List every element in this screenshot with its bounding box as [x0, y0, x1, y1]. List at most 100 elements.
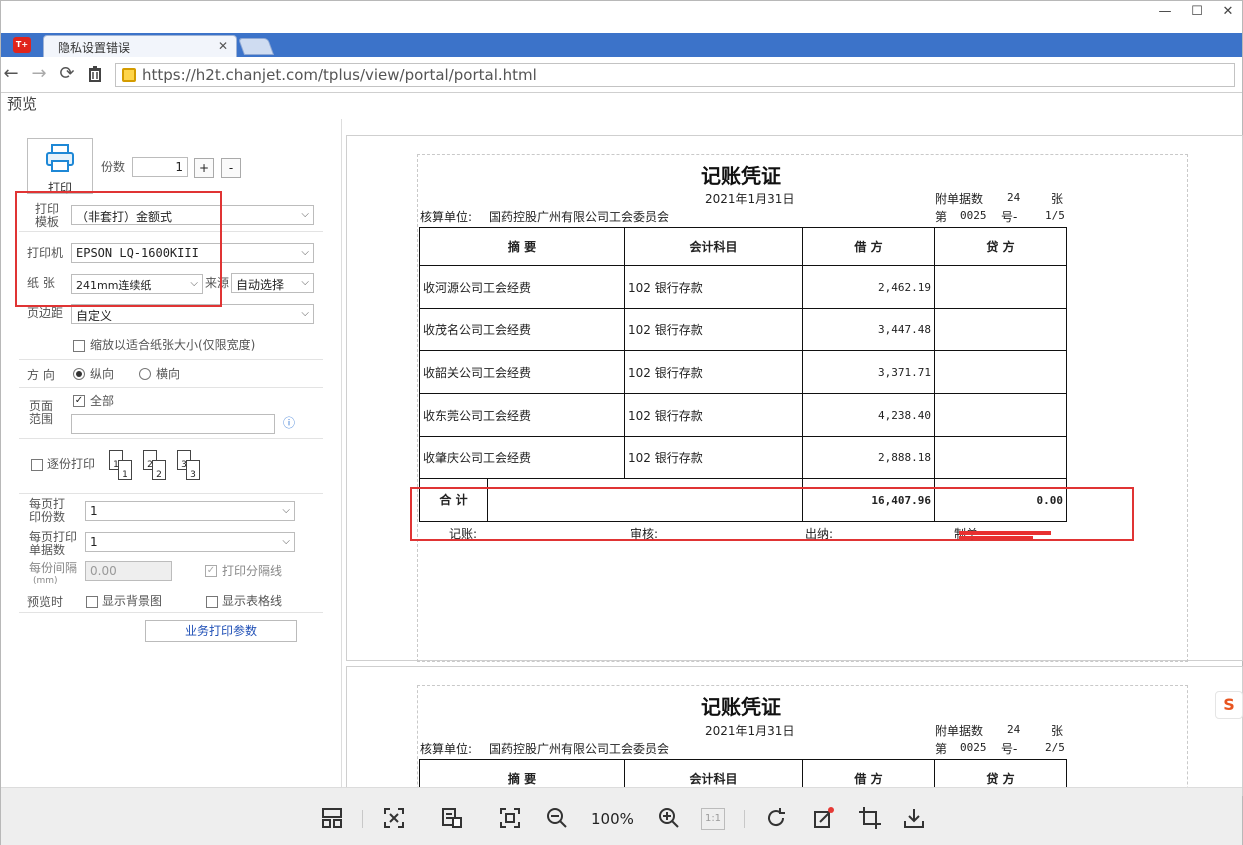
- margin-select[interactable]: 自定义 ⌵: [71, 304, 314, 324]
- show-grid-checkbox[interactable]: [206, 596, 218, 608]
- address-bar[interactable]: https://h2t.chanjet.com/tplus/view/porta…: [115, 63, 1235, 87]
- row-credit: [934, 393, 1067, 437]
- trash-icon[interactable]: [85, 64, 105, 84]
- tab-privacy-error[interactable]: 隐私设置错误 ✕: [43, 35, 237, 57]
- preview-page-2: 记账凭证 2021年1月31日 附单据数 24 张 核算单位: 国药控股广州有限…: [346, 666, 1243, 815]
- table-row: 收东莞公司工会经费 102 银行存款 4,238.40: [419, 393, 1067, 437]
- source-select[interactable]: 自动选择 ⌵: [231, 273, 314, 293]
- portrait-label: 纵向: [90, 367, 115, 381]
- voucher-page: 2/5: [1045, 741, 1065, 754]
- chevron-down-icon: ⌵: [301, 247, 309, 258]
- header-summary: 摘 要: [419, 227, 625, 266]
- footer-auditor: 审核:: [630, 527, 659, 541]
- all-pages-checkbox[interactable]: ✓: [73, 395, 85, 407]
- print-button[interactable]: 打印: [27, 138, 93, 195]
- voucher-no-suffix: 号-: [1001, 210, 1018, 224]
- fit-page-icon[interactable]: [497, 806, 523, 832]
- close-window-button[interactable]: ✕: [1211, 3, 1243, 21]
- divider: [19, 438, 323, 439]
- minimize-button[interactable]: —: [1148, 3, 1182, 21]
- copies-input[interactable]: 1: [132, 157, 188, 177]
- title-bar: — ☐ ✕: [1, 1, 1242, 33]
- new-tab-button[interactable]: [237, 38, 275, 55]
- reload-icon[interactable]: ⟳: [57, 64, 77, 84]
- copies-label: 份数: [101, 160, 126, 174]
- per-page-copies-select[interactable]: 1 ⌵: [85, 501, 295, 521]
- gap-unit: (mm): [33, 576, 58, 586]
- copies-plus-button[interactable]: +: [194, 158, 214, 178]
- voucher-no: 0025: [960, 209, 987, 222]
- gap-input[interactable]: 0.00: [85, 561, 172, 581]
- fit-label: 缩放以适合纸张大小(仅限宽度): [90, 338, 256, 352]
- page-stack-icon: 1: [118, 460, 132, 480]
- url-text: https://h2t.chanjet.com/tplus/view/porta…: [142, 66, 537, 84]
- row-summary: 收东莞公司工会经费: [419, 393, 625, 437]
- portrait-radio[interactable]: [73, 368, 85, 380]
- layout-icon[interactable]: [319, 806, 345, 832]
- attach-label: 附单据数: [935, 192, 984, 206]
- back-icon[interactable]: ←: [1, 64, 21, 84]
- ime-icon[interactable]: S: [1215, 691, 1243, 719]
- landscape-label: 横向: [156, 367, 181, 381]
- info-icon[interactable]: ⓘ: [283, 417, 295, 430]
- preview-area[interactable]: 记账凭证 2021年1月31日 附单据数 24 张 核算单位: 国药控股广州有限…: [341, 119, 1243, 815]
- header-credit: 贷 方: [934, 227, 1067, 266]
- printer-icon: [46, 144, 74, 172]
- row-debit: 4,238.40: [802, 393, 935, 437]
- toolbar-divider: [744, 810, 745, 828]
- maximize-button[interactable]: ☐: [1180, 3, 1214, 21]
- chevron-down-icon: ⌵: [301, 277, 309, 288]
- show-bg-checkbox[interactable]: [86, 596, 98, 608]
- per-page-copies-label: 每页打印份数: [29, 497, 66, 524]
- voucher-no: 0025: [960, 741, 987, 754]
- row-account: 102 银行存款: [624, 265, 803, 309]
- zoom-out-icon[interactable]: [544, 806, 570, 832]
- per-page-docs-label: 每页打印单据数: [29, 530, 78, 557]
- table-row: 收韶关公司工会经费 102 银行存款 3,371.71: [419, 350, 1067, 394]
- tab-title: 隐私设置错误: [58, 41, 131, 55]
- chevron-down-icon: ⌵: [282, 505, 290, 516]
- preview-page-1: 记账凭证 2021年1月31日 附单据数 24 张 核算单位: 国药控股广州有限…: [346, 135, 1243, 662]
- annotate-icon[interactable]: [811, 806, 837, 832]
- row-debit: 3,371.71: [802, 350, 935, 394]
- zoom-in-icon[interactable]: [656, 806, 682, 832]
- business-print-params-button[interactable]: 业务打印参数: [145, 620, 297, 642]
- preview-label: 预览时: [27, 595, 64, 609]
- landscape-radio[interactable]: [139, 368, 151, 380]
- print-settings-panel: 打印 份数 1 + - 打印模板 （非套打）金额式 ⌵ 打印机 EPSON LQ-…: [1, 119, 331, 787]
- show-grid-label: 显示表格线: [222, 594, 283, 608]
- crop-icon[interactable]: [857, 806, 883, 832]
- divider-line-checkbox[interactable]: ✓: [205, 565, 217, 577]
- row-summary: 收河源公司工会经费: [419, 265, 625, 309]
- all-pages-label: 全部: [90, 394, 115, 408]
- warning-lock-icon[interactable]: [122, 68, 136, 82]
- fit-checkbox[interactable]: [73, 340, 85, 352]
- forward-icon[interactable]: →: [29, 64, 49, 84]
- collate-checkbox[interactable]: [31, 459, 43, 471]
- footer-cashier: 出纳:: [805, 527, 834, 541]
- ocr-icon[interactable]: [439, 806, 465, 832]
- row-summary: 收茂名公司工会经费: [419, 308, 625, 351]
- voucher-title: 记账凭证: [701, 164, 781, 188]
- page-stack-icon: 2: [152, 460, 166, 480]
- collate-label: 逐份打印: [47, 457, 96, 471]
- divider: [19, 612, 323, 613]
- copies-minus-button[interactable]: -: [221, 158, 241, 178]
- nav-bar: ← → ⟳ https://h2t.chanjet.com/tplus/view…: [1, 57, 1242, 93]
- table-row: 收河源公司工会经费 102 银行存款 2,462.19: [419, 265, 1067, 309]
- page-range-input[interactable]: [71, 414, 275, 434]
- viewer-toolbar: 100% 1:1: [1, 787, 1242, 845]
- actual-size-button[interactable]: 1:1: [701, 808, 725, 830]
- show-bg-label: 显示背景图: [102, 594, 163, 608]
- row-debit: 3,447.48: [802, 308, 935, 351]
- fit-width-icon[interactable]: [381, 806, 407, 832]
- attach-count: 24: [1007, 191, 1021, 204]
- download-icon[interactable]: [901, 806, 927, 832]
- range-label: 页面范围: [29, 399, 54, 426]
- row-account: 102 银行存款: [624, 308, 803, 351]
- tab-close-icon[interactable]: ✕: [218, 39, 228, 53]
- chevron-down-icon: ⌵: [282, 536, 290, 547]
- rotate-icon[interactable]: [763, 806, 789, 832]
- per-page-docs-select[interactable]: 1 ⌵: [85, 532, 295, 552]
- table-header-row: 摘 要 会计科目 借 方 贷 方: [419, 227, 1067, 266]
